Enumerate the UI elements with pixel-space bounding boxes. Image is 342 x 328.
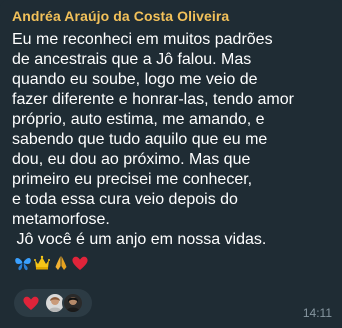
red-heart-icon (22, 294, 40, 312)
message-line: próprio, auto estima, me amando, e (12, 111, 265, 128)
message-line: dou, eu dou ao próximo. Mas que (12, 151, 251, 168)
red-heart-icon (71, 254, 89, 272)
reactor-avatar-2[interactable] (62, 292, 84, 314)
message-line: metamorfose. (12, 211, 110, 228)
message-bubble[interactable]: Andréa Araújo da Costa Oliveira Eu me re… (0, 0, 342, 328)
message-line: primeiro eu precisei me conhecer, (12, 171, 253, 188)
message-line: Jô você é um anjo em nossa vidas. (12, 231, 267, 248)
praying-hands-icon (52, 254, 70, 272)
message-line: fazer diferente e honrar-las, tendo amor (12, 91, 294, 108)
message-line: e toda essa cura veio depois do (12, 191, 238, 208)
message-line: Eu me reconheci em muitos padrões (12, 31, 273, 48)
sender-name[interactable]: Andréa Araújo da Costa Oliveira (12, 6, 332, 26)
reactions-pill[interactable] (14, 289, 92, 317)
butterfly-icon (14, 254, 32, 272)
message-time: 14:11 (302, 306, 332, 320)
emoji-row (14, 252, 332, 274)
message-line: quando eu soube, logo me veio de (12, 71, 258, 88)
message-line: de ancestrais que a Jô falou. Mas (12, 51, 252, 68)
message-line: sabendo que tudo aquilo que eu me (12, 131, 268, 148)
crown-icon (33, 254, 51, 272)
message-text: Eu me reconheci em muitos padrões de anc… (12, 30, 332, 250)
